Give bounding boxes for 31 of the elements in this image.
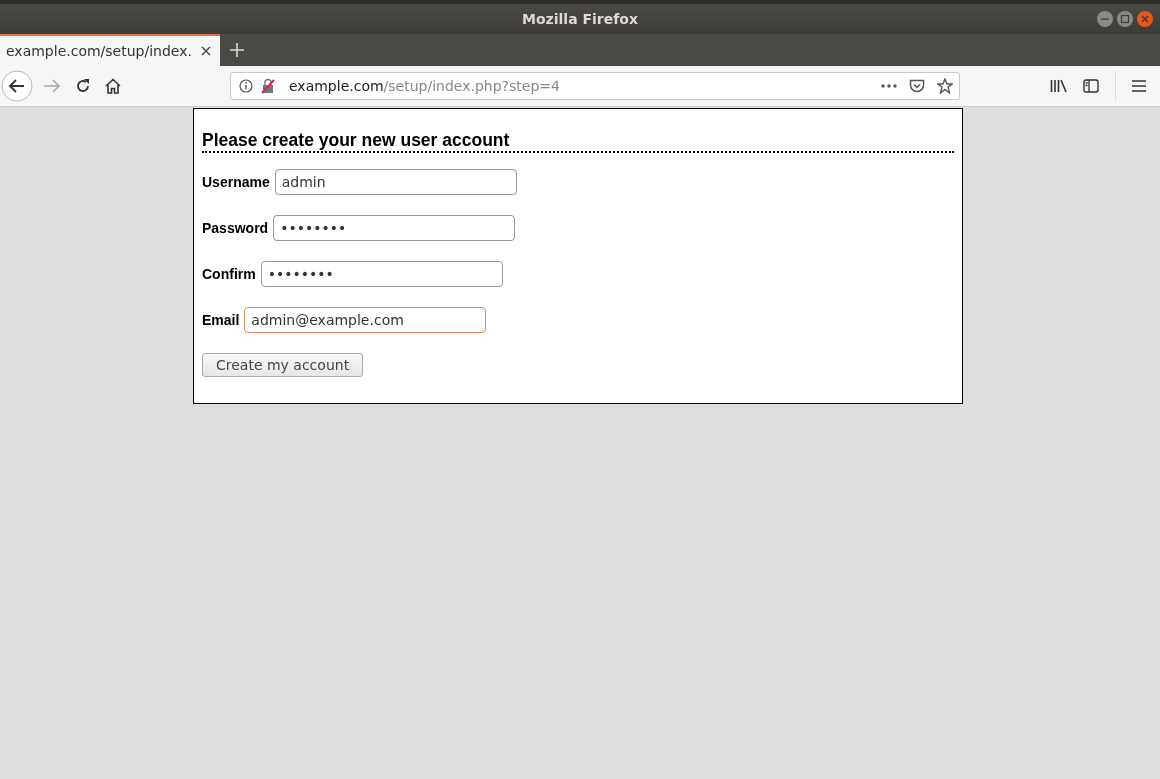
field-label: Password xyxy=(202,220,269,236)
address-bar[interactable]: example.com/setup/index.php?step=4 xyxy=(230,72,960,100)
star-icon[interactable] xyxy=(937,78,953,94)
input-field[interactable]: admin@example.com xyxy=(244,307,487,333)
more-icon[interactable] xyxy=(881,84,897,88)
field-label: Username xyxy=(202,174,270,190)
field-label: Email xyxy=(202,312,240,328)
url-host: example.com xyxy=(289,78,384,94)
home-icon[interactable] xyxy=(105,78,121,94)
window-title: Mozilla Firefox xyxy=(522,11,638,27)
back-icon[interactable] xyxy=(1,70,33,102)
insecure-lock-icon[interactable] xyxy=(261,78,275,94)
info-icon[interactable] xyxy=(239,79,253,93)
sidebar-icon[interactable] xyxy=(1083,79,1099,93)
browser-tab[interactable]: example.com/setup/index. xyxy=(0,34,220,66)
close-icon[interactable] xyxy=(200,45,212,57)
form-heading: Please create your new user account xyxy=(202,129,954,153)
input-field[interactable]: admin xyxy=(274,169,517,195)
library-icon[interactable] xyxy=(1050,79,1067,93)
input-field[interactable]: •••••••• xyxy=(260,261,503,287)
maximize-icon[interactable] xyxy=(1116,10,1134,28)
menu-icon[interactable] xyxy=(1132,80,1146,92)
pocket-icon[interactable] xyxy=(909,78,925,94)
field-label: Confirm xyxy=(202,266,256,282)
plus-icon[interactable] xyxy=(230,43,244,57)
input-field[interactable]: •••••••• xyxy=(273,215,516,241)
minimize-icon[interactable] xyxy=(1096,10,1114,28)
create-account-button[interactable]: Create my account xyxy=(202,353,364,377)
tab-title: example.com/setup/index. xyxy=(6,43,192,59)
reload-icon[interactable] xyxy=(75,78,91,94)
url-path: /setup/index.php?step=4 xyxy=(383,78,560,94)
